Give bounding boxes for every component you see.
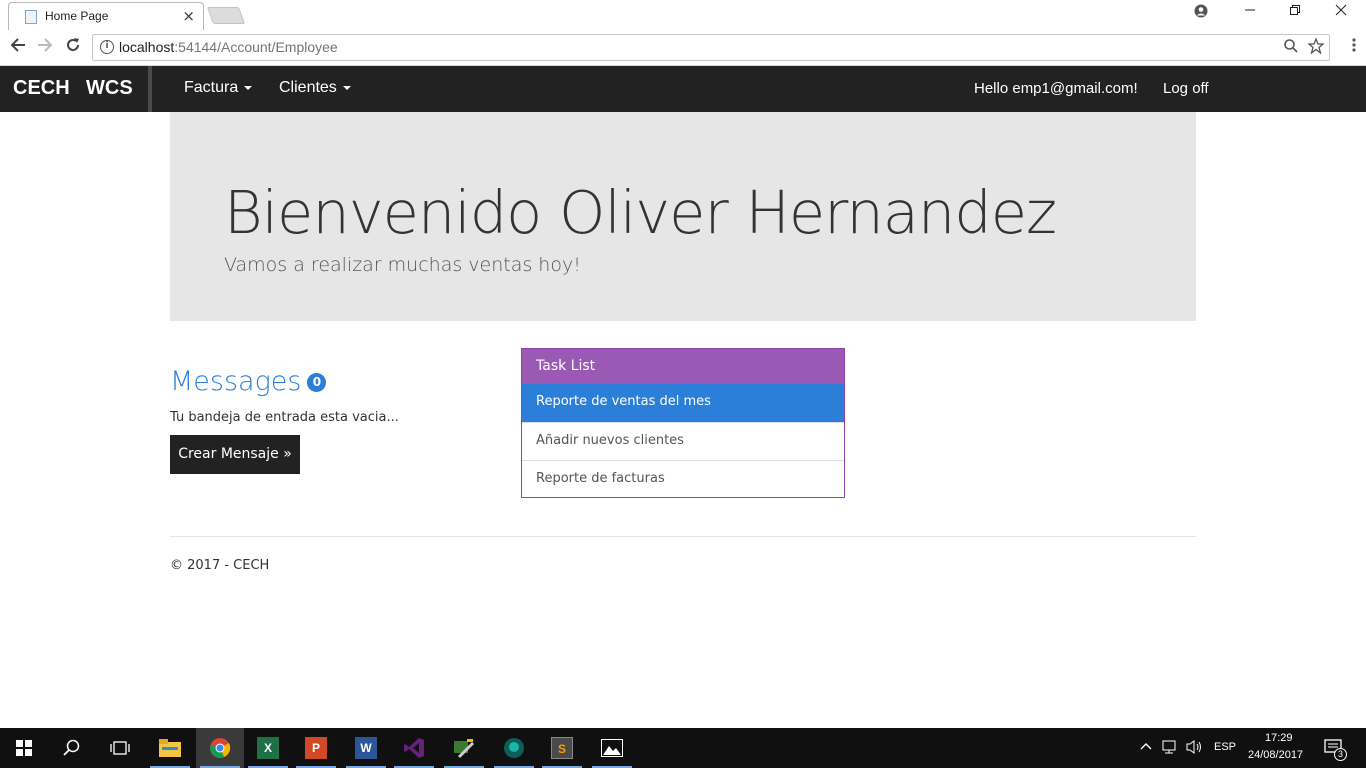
browser-tabstrip: Home Page × [0,0,1366,30]
zoom-search-icon[interactable] [1283,38,1299,58]
new-tab-button[interactable] [206,7,246,24]
gitkraken-icon[interactable] [490,728,538,768]
input-language[interactable]: ESP [1214,741,1236,753]
welcome-subtitle: Vamos a realizar muchas ventas hoy! [224,254,581,276]
address-bar[interactable]: i localhost:54144/Account/Employee [92,34,1330,61]
task-view-icon[interactable] [96,728,144,768]
create-message-button[interactable]: Crear Mensaje » [170,435,300,474]
photos-icon[interactable] [588,728,636,768]
profile-icon[interactable] [1186,4,1216,22]
notification-count-badge: 3 [1334,748,1347,761]
welcome-heading: Bienvenido Oliver Hernandez [224,178,1057,247]
footer-divider [170,536,1196,537]
page-icon [25,10,37,24]
welcome-jumbotron: Bienvenido Oliver Hernandez Vamos a real… [170,112,1196,321]
minimize-icon[interactable] [1235,4,1265,20]
brand-text-wcs: WCS [86,77,133,99]
forward-arrow-icon[interactable] [34,37,56,58]
powerpoint-icon[interactable]: P [292,728,340,768]
windows-taskbar: X P W S ESP 17:29 24/08/2017 3 [0,728,1366,768]
task-list-panel: Task List Reporte de ventas del mes Añad… [521,348,845,498]
tab-title: Home Page [45,9,109,23]
chrome-icon[interactable] [196,728,244,768]
volume-icon[interactable] [1186,739,1204,758]
close-window-icon[interactable] [1326,4,1356,20]
sublime-text-icon[interactable]: S [538,728,586,768]
back-arrow-icon[interactable] [7,37,29,58]
clock-time[interactable]: 17:29 [1265,732,1293,744]
network-icon[interactable] [1162,739,1180,758]
bookmark-star-icon[interactable] [1307,37,1325,58]
task-item-invoice-report[interactable]: Reporte de facturas [522,460,844,498]
close-tab-icon[interactable]: × [182,7,195,25]
messages-count-badge: 0 [307,373,327,392]
task-item-add-clients[interactable]: Añadir nuevos clientes [522,422,844,460]
task-item-monthly-sales-report[interactable]: Reporte de ventas del mes [522,384,844,422]
restore-icon[interactable] [1280,4,1310,20]
nav-dropdown-clientes[interactable]: Clientes [279,79,351,97]
inbox-empty-text: Tu bandeja de entrada esta vacia... [170,410,399,425]
browser-tab[interactable]: Home Page × [8,2,204,30]
word-icon[interactable]: W [342,728,390,768]
caret-down-icon [342,85,351,90]
tray-expand-icon[interactable] [1140,740,1152,754]
windows-start-icon[interactable] [0,728,48,768]
browser-menu-icon[interactable] [1352,37,1356,58]
footer-copyright: © 2017 - CECH [170,558,270,573]
site-navbar: CECH WCS Factura Clientes Hello emp1@gma… [0,66,1366,112]
browser-toolbar: i localhost:54144/Account/Employee [0,30,1366,66]
messages-heading: Messages 0 [170,366,327,397]
task-list-heading: Task List [522,349,844,384]
caret-down-icon [244,85,253,90]
nav-dropdown-factura[interactable]: Factura [184,79,253,97]
user-greeting-link[interactable]: Hello emp1@gmail.com! [974,80,1138,97]
reload-icon[interactable] [62,37,84,58]
logoff-link[interactable]: Log off [1163,80,1209,97]
site-info-icon[interactable]: i [100,40,114,54]
excel-icon[interactable]: X [244,728,292,768]
url-text[interactable]: localhost:54144/Account/Employee [119,39,338,55]
search-icon[interactable] [48,728,96,768]
brand-logo[interactable]: CECH WCS [0,66,152,112]
tool-icon[interactable] [440,728,488,768]
brand-text-cech: CECH [13,77,70,99]
visual-studio-icon[interactable] [390,728,438,768]
clock-date[interactable]: 24/08/2017 [1248,749,1303,761]
file-explorer-icon[interactable] [146,728,194,768]
